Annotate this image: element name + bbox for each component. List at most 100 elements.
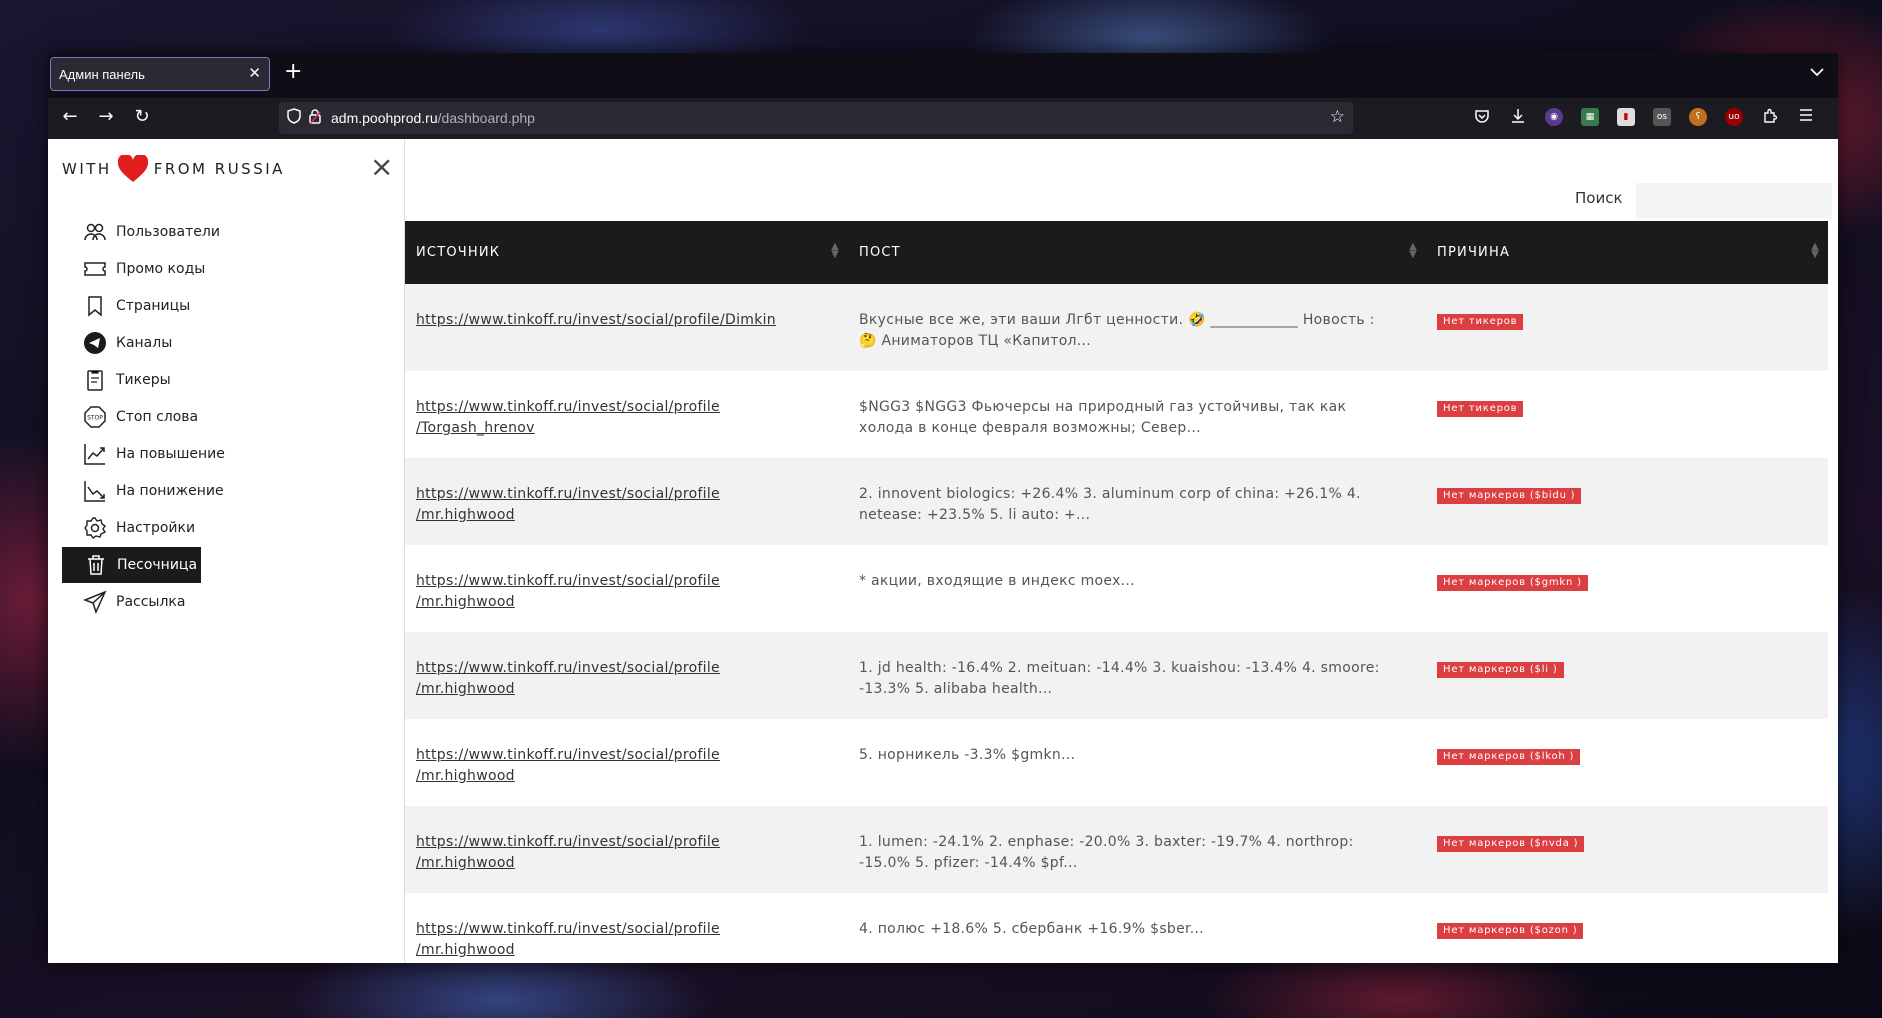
post-text: 1. jd health: -16.4% 2. meituan: -14.4% …: [859, 660, 1380, 697]
lock-icon[interactable]: [309, 108, 321, 128]
gear-icon: [84, 517, 107, 539]
reason-badge: Нет маркеров ($nvda ): [1437, 836, 1585, 852]
reason-badge: Нет тикеров: [1437, 401, 1524, 417]
extensions-puzzle-icon[interactable]: [1761, 108, 1779, 126]
source-link[interactable]: https://www.tinkoff.ru/invest/social/pro…: [416, 921, 720, 958]
browser-window: Админ панель ✕ + ← → ↻ adm.poohprod.ru/d…: [48, 53, 1838, 963]
sidebar-item-promo-codes[interactable]: Промо коды: [62, 251, 205, 287]
search-input[interactable]: [1636, 183, 1832, 219]
source-link[interactable]: https://www.tinkoff.ru/invest/social/pro…: [416, 747, 720, 784]
sidebar-item-users[interactable]: Пользователи: [62, 214, 220, 250]
sidebar-item-label: Стоп слова: [116, 409, 199, 425]
site-logo[interactable]: WITH FROM RUSSIA: [62, 154, 285, 184]
sidebar-item-label: Песочница: [117, 557, 198, 573]
reason-badge: Нет маркеров ($li ): [1437, 662, 1564, 678]
reason-badge: Нет маркеров ($lkoh ): [1437, 749, 1581, 765]
source-link[interactable]: https://www.tinkoff.ru/invest/social/pro…: [416, 399, 720, 436]
sidebar-item-trend-down[interactable]: На понижение: [62, 473, 224, 509]
sidebar-item-label: Пользователи: [116, 224, 220, 240]
navigation-bar: ← → ↻ adm.poohprod.ru/dashboard.php ☆ ◉ …: [48, 98, 1838, 138]
sidebar-item-label: Рассылка: [116, 594, 186, 610]
post-text: 5. норникель -3.3% $gmkn...: [859, 747, 1076, 763]
reason-badge: Нет маркеров ($gmkn ): [1437, 575, 1588, 591]
tab-close-icon[interactable]: ✕: [248, 64, 261, 82]
sidebar-item-label: Промо коды: [116, 261, 206, 277]
url-text[interactable]: adm.poohprod.ru/dashboard.php: [331, 110, 535, 126]
trend-down-icon: [84, 481, 105, 502]
post-text: 1. lumen: -24.1% 2. enphase: -20.0% 3. b…: [859, 834, 1354, 871]
sidebar-item-label: Каналы: [116, 335, 173, 351]
sidebar-item-pages[interactable]: Страницы: [62, 288, 190, 324]
extension-bear-icon[interactable]: ʕ: [1689, 108, 1707, 126]
logo-text-left: WITH: [62, 160, 112, 178]
menu-hamburger-icon[interactable]: [1797, 108, 1815, 126]
pocket-icon[interactable]: [1473, 108, 1491, 126]
sidebar-item-label: Страницы: [116, 298, 191, 314]
sidebar-item-tickers[interactable]: Тикеры: [62, 362, 171, 398]
ticket-icon: [84, 262, 106, 276]
extension-grid-icon[interactable]: ▦: [1581, 108, 1599, 126]
bookmark-star-icon[interactable]: ☆: [1330, 107, 1345, 127]
forward-arrow-icon[interactable]: →: [94, 106, 118, 127]
search-label: Поиск: [1575, 189, 1623, 207]
post-text: $NGG3 $NGG3 Фьючерсы на природный газ ус…: [859, 399, 1347, 436]
table-row: https://www.tinkoff.ru/invest/social/pro…: [405, 632, 1828, 719]
sidebar: WITH FROM RUSSIA × Пользователи Промо ко…: [48, 139, 405, 963]
url-host: adm.poohprod.ru: [331, 110, 438, 126]
main-content: Поиск ИСТОЧНИК ▲ ▼ ПОСТ ▲ ▼ ПРИЧИНА ▲ ▼ https:…: [405, 139, 1838, 963]
source-link[interactable]: https://www.tinkoff.ru/invest/social/pro…: [416, 573, 720, 610]
source-link[interactable]: https://www.tinkoff.ru/invest/social/pro…: [416, 834, 720, 871]
sort-icon[interactable]: ▲ ▼: [1811, 242, 1820, 260]
table-row: https://www.tinkoff.ru/invest/social/pro…: [405, 284, 1828, 371]
sidebar-item-trend-up[interactable]: На повышение: [62, 436, 225, 472]
table-row: https://www.tinkoff.ru/invest/social/pro…: [405, 371, 1828, 458]
reason-badge: Нет тикеров: [1437, 314, 1524, 330]
sidebar-item-label: Тикеры: [116, 372, 171, 388]
table-row: https://www.tinkoff.ru/invest/social/pro…: [405, 806, 1828, 893]
sidebar-item-label: На понижение: [116, 483, 224, 499]
sidebar-item-stop-words[interactable]: STOP Стоп слова: [62, 399, 198, 435]
source-link[interactable]: https://www.tinkoff.ru/invest/social/pro…: [416, 486, 720, 523]
reason-badge: Нет маркеров ($bidu ): [1437, 488, 1582, 504]
svg-text:STOP: STOP: [87, 415, 103, 422]
sort-icon[interactable]: ▲ ▼: [831, 242, 840, 260]
stop-icon: STOP: [84, 406, 106, 428]
new-tab-icon[interactable]: +: [284, 59, 302, 84]
telegram-icon: [84, 332, 106, 354]
table-row: https://www.tinkoff.ru/invest/social/pro…: [405, 719, 1828, 806]
sidebar-item-channels[interactable]: Каналы: [62, 325, 172, 361]
sidebar-item-mailing[interactable]: Рассылка: [62, 584, 185, 620]
ublock-icon[interactable]: uo: [1725, 108, 1743, 126]
chevron-down-icon[interactable]: [1810, 65, 1824, 81]
close-sidebar-icon[interactable]: ×: [370, 153, 393, 181]
extension-os-icon[interactable]: os: [1653, 108, 1671, 126]
table-header-row: ИСТОЧНИК ▲ ▼ ПОСТ ▲ ▼ ПРИЧИНА ▲ ▼: [405, 221, 1828, 284]
sidebar-item-settings[interactable]: Настройки: [62, 510, 195, 546]
reload-icon[interactable]: ↻: [130, 106, 154, 127]
sort-icon[interactable]: ▲ ▼: [1409, 242, 1418, 260]
extension-mask-icon[interactable]: ◉: [1545, 108, 1563, 126]
sidebar-item-label: Настройки: [116, 520, 196, 536]
sidebar-item-sandbox[interactable]: Песочница: [62, 547, 201, 583]
trend-up-icon: [84, 444, 105, 465]
download-icon[interactable]: [1509, 108, 1527, 126]
table-row: https://www.tinkoff.ru/invest/social/pro…: [405, 545, 1828, 632]
shield-icon[interactable]: [287, 108, 301, 128]
column-header-source[interactable]: ИСТОЧНИК ▲ ▼: [405, 221, 848, 284]
post-text: 2. innovent biologics: +26.4% 3. aluminu…: [859, 486, 1361, 523]
extension-flag-icon[interactable]: ▮: [1617, 108, 1635, 126]
column-header-post[interactable]: ПОСТ ▲ ▼: [848, 221, 1426, 284]
page-viewport: WITH FROM RUSSIA × Пользователи Промо ко…: [48, 139, 1838, 963]
source-link[interactable]: https://www.tinkoff.ru/invest/social/pro…: [416, 312, 776, 328]
browser-tab[interactable]: Админ панель ✕: [50, 57, 270, 91]
post-text: Вкусные все же, эти ваши Лгбт ценности. …: [859, 312, 1375, 349]
back-arrow-icon[interactable]: ←: [58, 106, 82, 127]
trash-icon: [88, 555, 104, 575]
url-bar[interactable]: adm.poohprod.ru/dashboard.php ☆: [279, 102, 1353, 134]
clipboard-icon: [87, 370, 103, 391]
users-icon: [84, 223, 106, 241]
column-header-reason[interactable]: ПРИЧИНА ▲ ▼: [1426, 221, 1828, 284]
source-link[interactable]: https://www.tinkoff.ru/invest/social/pro…: [416, 660, 720, 697]
bookmark-icon: [88, 296, 102, 317]
tab-title: Админ панель: [59, 67, 145, 82]
